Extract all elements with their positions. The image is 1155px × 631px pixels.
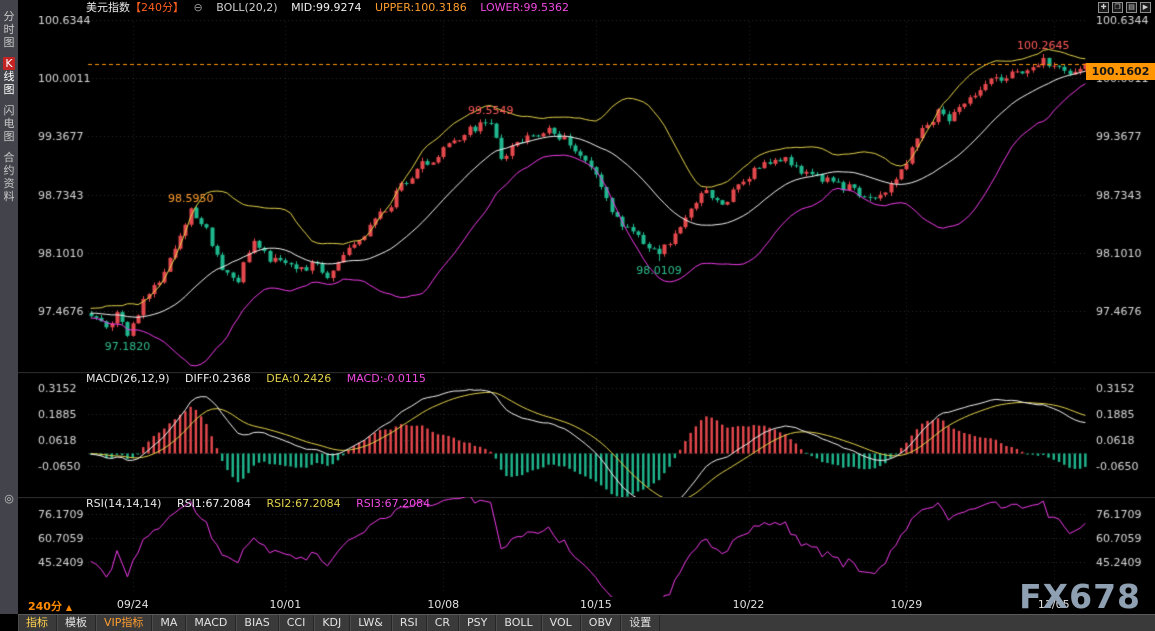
kline-badge: K: [3, 57, 15, 70]
toolbar-item-template[interactable]: 模板: [57, 615, 96, 631]
toolbar-item-vip-indicator[interactable]: VIP指标: [96, 615, 152, 631]
x-axis-date: 10/01: [270, 598, 302, 611]
x-axis-date: 10/22: [733, 598, 765, 611]
sidebar-tab-contract-info[interactable]: 合约资料: [0, 151, 18, 203]
arrow-up-icon: ▲: [66, 603, 72, 612]
x-axis-date: 10/29: [891, 598, 923, 611]
toolbar-item-rsi[interactable]: RSI: [392, 615, 427, 631]
sidebar-tab-flash-chart[interactable]: 闪电图: [0, 104, 18, 143]
toolbar-item-bias[interactable]: BIAS: [236, 615, 278, 631]
window-controls: ✚❐▤▶: [1098, 2, 1151, 13]
toolbar-item-psy[interactable]: PSY: [459, 615, 496, 631]
toolbar-item-macd[interactable]: MACD: [186, 615, 236, 631]
toolbar-item-vol[interactable]: VOL: [542, 615, 581, 631]
macd-settings-label: MACD(26,12,9): [86, 372, 170, 385]
time-axis: 240分 ▲ 09/2410/0110/0810/1510/2210/2911/…: [18, 597, 1155, 614]
toolbar-item-obv[interactable]: OBV: [581, 615, 621, 631]
toolbar-item-settings[interactable]: 设置: [621, 615, 660, 631]
macd-chart-canvas[interactable]: [18, 372, 1155, 497]
boll-upper-value: UPPER:100.3186: [375, 1, 467, 14]
rsi1-value: RSI1:67.2084: [177, 497, 251, 510]
toolbar-item-indicator[interactable]: 指标: [18, 615, 57, 631]
forward-icon[interactable]: ▶: [1140, 2, 1151, 13]
chart-main: 美元指数【240分】 ⊖ BOLL(20,2) MID:99.9274 UPPE…: [18, 0, 1155, 631]
rsi-label-row: RSI(14,14,14) RSI1:67.2084 RSI2:67.2084 …: [86, 497, 442, 510]
macd-diff-value: DIFF:0.2368: [185, 372, 251, 385]
x-axis-date: 09/24: [117, 598, 149, 611]
add-panel-icon[interactable]: ✚: [1098, 2, 1109, 13]
app-window: 分时图 K线图闪电图合约资料 ◎ 美元指数【240分】 ⊖ BOLL(20,2) …: [0, 0, 1155, 631]
macd-label-row: MACD(26,12,9) DIFF:0.2368 DEA:0.2426 MAC…: [86, 372, 438, 386]
grid-view-icon[interactable]: ▤: [1126, 2, 1137, 13]
macd-hist-value: MACD:-0.0115: [347, 372, 426, 385]
rsi3-value: RSI3:67.2084: [356, 497, 430, 510]
x-axis-date: 10/15: [580, 598, 612, 611]
boll-lower-value: LOWER:99.5362: [480, 1, 569, 14]
rsi2-value: RSI2:67.2084: [267, 497, 341, 510]
period-label: 240分: [28, 600, 62, 613]
toolbar-item-cr[interactable]: CR: [427, 615, 459, 631]
rsi-chart-canvas[interactable]: [18, 497, 1155, 597]
toolbar-item-lwr[interactable]: LW&: [350, 615, 392, 631]
sidebar-bottom-icon[interactable]: ◎: [0, 492, 18, 505]
period-tag[interactable]: 【240分】: [130, 1, 184, 14]
price-chart-canvas[interactable]: [18, 16, 1155, 372]
toolbar-item-ma[interactable]: MA: [152, 615, 186, 631]
sidebar-tabs: 分时图 K线图闪电图合约资料: [0, 0, 18, 203]
toolbar-item-cci[interactable]: CCI: [279, 615, 315, 631]
instrument-title: 美元指数: [86, 1, 130, 14]
boll-settings-label: BOLL(20,2): [216, 1, 277, 14]
macd-dea-value: DEA:0.2426: [266, 372, 331, 385]
x-axis-date: 10/08: [427, 598, 459, 611]
zoom-out-icon[interactable]: ⊖: [194, 1, 203, 14]
boll-mid-value: MID:99.9274: [291, 1, 361, 14]
watermark-logo: FX678: [1019, 577, 1141, 616]
chart-header: 美元指数【240分】 ⊖ BOLL(20,2) MID:99.9274 UPPE…: [18, 0, 1155, 16]
toolbar-item-kdj[interactable]: KDJ: [314, 615, 350, 631]
rsi-settings-label: RSI(14,14,14): [86, 497, 161, 510]
current-price-tag: 100.1602: [1086, 63, 1155, 80]
sidebar-tab-kline-chart[interactable]: K线图: [0, 57, 18, 96]
toolbar-item-boll[interactable]: BOLL: [496, 615, 541, 631]
split-view-icon[interactable]: ❐: [1112, 2, 1123, 13]
sidebar-tab-time-chart[interactable]: 分时图: [0, 10, 18, 49]
period-selector[interactable]: 240分 ▲: [28, 598, 72, 614]
indicator-toolbar: 指标模板VIP指标MAMACDBIASCCIKDJLW&RSICRPSYBOLL…: [18, 614, 1155, 631]
sidebar: 分时图 K线图闪电图合约资料 ◎: [0, 0, 18, 631]
